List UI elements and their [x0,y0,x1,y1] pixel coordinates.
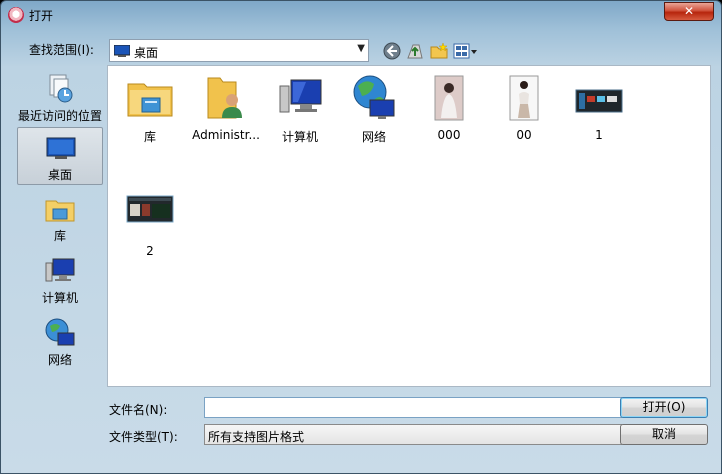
file-item-computer[interactable]: 计算机 [263,70,337,146]
places-bar: 最近访问的位置 桌面 库 计算机 网络 [13,65,105,387]
file-label: 00 [516,128,532,142]
open-dialog: 打开 ✕ 查找范围(I): 桌面 ▼ 最近访问的位置 桌面 库 计算机 网络 库… [0,0,722,474]
window-title: 打开 [29,9,54,23]
recent-places-icon [49,74,73,103]
image-thumbnail [434,75,464,121]
filetype-value: 所有支持图片格式 [208,430,305,444]
file-item-administrator[interactable]: Administr... [189,70,263,146]
place-recent[interactable]: 最近访问的位置 [17,69,103,127]
file-label: 000 [437,128,461,142]
network-icon [45,318,75,346]
new-folder-icon[interactable] [429,41,449,61]
filetype-dropdown[interactable]: 所有支持图片格式 [204,424,622,445]
file-item-1[interactable]: 1 [562,70,636,146]
file-item-libraries[interactable]: 库 [113,70,187,146]
look-in-dropdown[interactable]: 桌面 ▼ [109,39,369,62]
file-list-pane[interactable]: 库 Administr... 计算机 网络 000 00 1 2 [107,65,711,387]
file-item-000[interactable]: 000 [412,70,486,146]
desktop-small-icon [114,45,130,57]
desktop-icon [46,137,76,159]
filename-label: 文件名(N): [109,403,168,417]
libraries-icon [45,200,75,222]
view-menu-icon[interactable] [453,41,479,61]
image-thumbnail [509,75,539,121]
file-label: 1 [595,128,603,142]
place-network[interactable]: 网络 [17,313,103,371]
open-button[interactable]: 打开(O) [620,397,708,418]
up-folder-icon[interactable] [405,41,425,61]
cancel-button[interactable]: 取消 [620,424,708,445]
libraries-folder-icon [127,83,173,117]
chevron-down-icon: ▼ [357,43,365,54]
back-icon[interactable] [382,41,402,61]
place-libraries[interactable]: 库 [17,189,103,247]
look-in-value: 桌面 [134,46,159,60]
computer-icon [279,79,322,113]
place-label: 计算机 [41,291,78,305]
look-in-label: 查找范围(I): [29,43,94,57]
place-label: 桌面 [47,168,72,182]
file-label: 2 [146,244,154,258]
place-label: 网络 [47,353,72,367]
app-icon [8,7,24,23]
file-label: 网络 [361,130,386,144]
network-icon [353,75,395,119]
computer-icon [45,258,75,282]
file-label: 计算机 [281,130,318,144]
title-bar[interactable]: 打开 ✕ [1,1,721,29]
file-label: Administr... [192,128,260,142]
file-label: 库 [143,130,156,144]
place-label: 最近访问的位置 [17,109,102,123]
place-computer[interactable]: 计算机 [17,251,103,309]
file-item-network[interactable]: 网络 [337,70,411,146]
file-item-00[interactable]: 00 [487,70,561,146]
image-thumbnail [126,195,174,223]
user-folder-icon [207,77,242,119]
filetype-label: 文件类型(T): [109,430,178,444]
file-item-2[interactable]: 2 [113,186,187,262]
image-thumbnail [575,89,623,113]
place-label: 库 [53,229,66,243]
place-desktop[interactable]: 桌面 [17,127,103,185]
close-button[interactable]: ✕ [664,2,714,21]
filename-input[interactable] [204,397,622,418]
